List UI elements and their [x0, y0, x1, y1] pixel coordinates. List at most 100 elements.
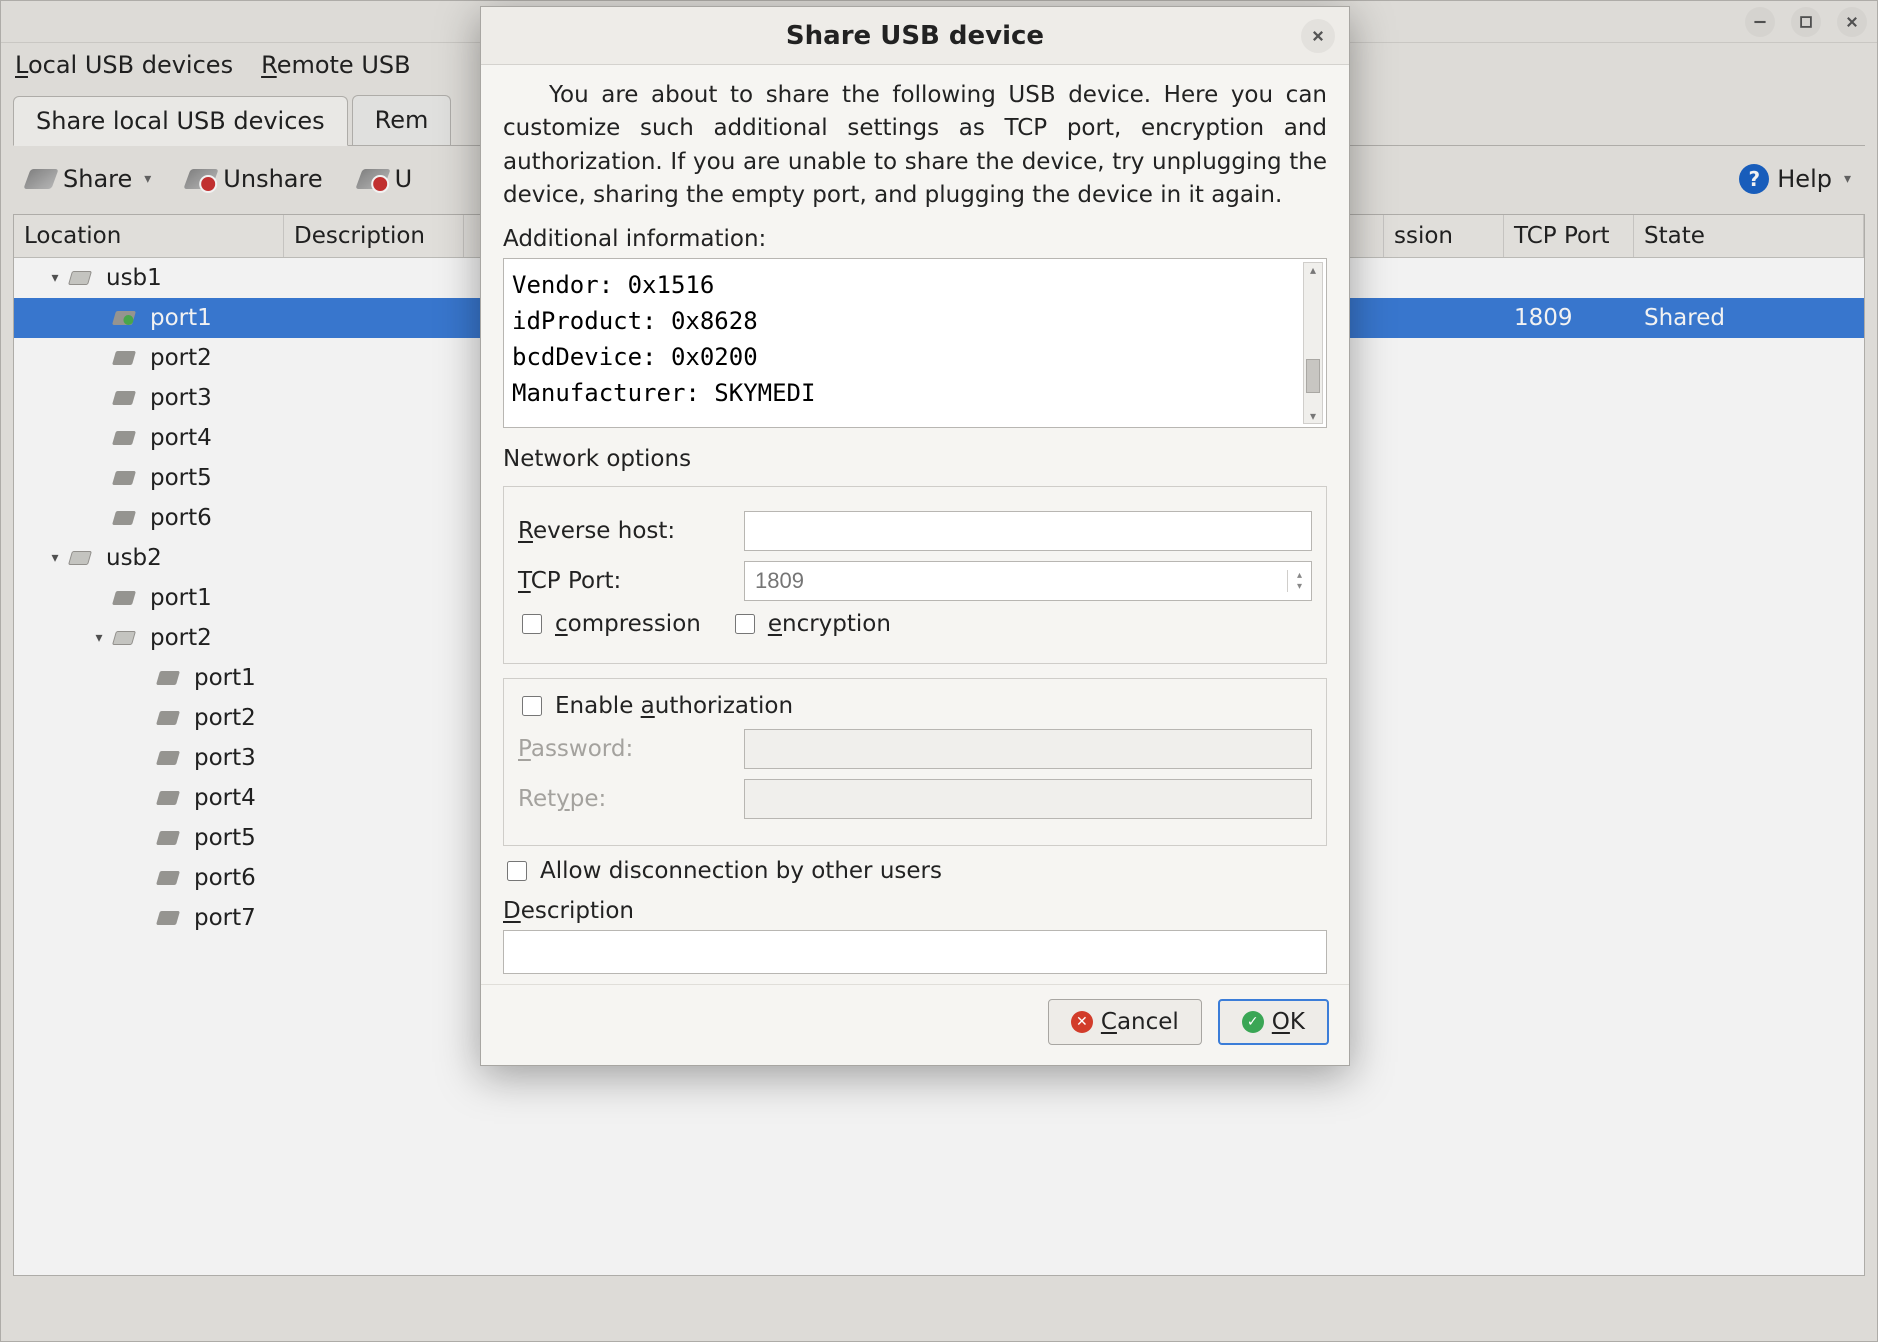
tree-label: port2 [194, 705, 256, 731]
col-state[interactable]: State [1634, 215, 1864, 257]
col-description[interactable]: Description [284, 215, 464, 257]
usb-port-icon [156, 711, 180, 725]
dialog-intro-text: You are about to share the following USB… [503, 79, 1327, 212]
tree-label: usb2 [106, 545, 162, 571]
retype-input [744, 779, 1312, 819]
allow-disconnect-label: Allow disconnection by other users [540, 858, 942, 884]
enable-auth-input[interactable] [522, 696, 542, 716]
reverse-host-input[interactable] [744, 511, 1312, 551]
tcp-port-input[interactable]: ▴▾ [744, 561, 1312, 601]
scrollbar[interactable] [1303, 262, 1323, 424]
tree-label: port4 [150, 425, 212, 451]
col-location[interactable]: Location [14, 215, 284, 257]
ok-icon: ✓ [1242, 1011, 1264, 1033]
usb-port-icon [156, 791, 180, 805]
usb-unshare-all-icon [355, 169, 390, 189]
spin-down-icon[interactable]: ▾ [1288, 581, 1311, 592]
additional-info-box: Vendor: 0x1516 idProduct: 0x8628 bcdDevi… [503, 258, 1327, 428]
usb-port-icon [112, 511, 136, 525]
usb-unshare-icon [184, 169, 219, 189]
tcp-port-field[interactable] [745, 562, 1287, 600]
cancel-button-label: Cancel [1101, 1009, 1179, 1035]
usb-hub-icon [68, 551, 92, 565]
tree-label: port1 [150, 305, 212, 331]
help-button[interactable]: ? Help ▾ [1731, 160, 1859, 198]
tree-label: port5 [150, 465, 212, 491]
tree-label: port1 [194, 665, 256, 691]
enable-auth-checkbox[interactable]: Enable authorization [518, 693, 1312, 719]
allow-disconnect-checkbox[interactable]: Allow disconnection by other users [503, 858, 1327, 884]
usb-share-icon [23, 169, 58, 189]
description-input[interactable] [503, 930, 1327, 974]
ok-button-label: OK [1272, 1009, 1305, 1035]
tab-remote[interactable]: Rem [352, 95, 452, 145]
additional-info-text[interactable]: Vendor: 0x1516 idProduct: 0x8628 bcdDevi… [510, 265, 1320, 415]
ok-button[interactable]: ✓ OK [1218, 999, 1329, 1045]
encryption-label: encryption [768, 611, 891, 637]
unshare-button-label: Unshare [223, 165, 322, 193]
col-session[interactable]: ssion [1384, 215, 1504, 257]
usb-port-icon [112, 431, 136, 445]
compression-input[interactable] [522, 614, 542, 634]
authorization-group: Enable authorization Password: Retype: [503, 678, 1327, 846]
tab-share-local[interactable]: Share local USB devices [13, 96, 348, 146]
dialog-title: Share USB device [786, 21, 1044, 51]
reverse-host-label: Reverse host: [518, 518, 728, 544]
usb-port-icon [156, 831, 180, 845]
tree-label: port2 [150, 625, 212, 651]
tree-label: port7 [194, 905, 256, 931]
tree-label: port6 [194, 865, 256, 891]
enable-auth-label: Enable authorization [555, 693, 793, 719]
compression-label: compression [555, 611, 701, 637]
expander-icon[interactable]: ▾ [46, 270, 64, 286]
encryption-checkbox[interactable]: encryption [731, 611, 891, 637]
tree-label: port4 [194, 785, 256, 811]
unshare-button[interactable]: Unshare [179, 161, 330, 197]
window-maximize-button[interactable] [1791, 7, 1821, 37]
window-close-button[interactable] [1837, 7, 1867, 37]
unshare-all-button[interactable]: U [351, 161, 421, 197]
dialog-close-button[interactable] [1301, 19, 1335, 53]
expander-icon[interactable]: ▾ [90, 630, 108, 646]
share-button[interactable]: Share ▾ [19, 161, 159, 197]
tree-label: port3 [194, 745, 256, 771]
window-minimize-button[interactable] [1745, 7, 1775, 37]
usb-hub-icon [112, 631, 136, 645]
password-label: Password: [518, 736, 728, 762]
unshare-all-label: U [395, 165, 413, 193]
allow-disconnect-input[interactable] [507, 861, 527, 881]
share-button-label: Share [63, 165, 132, 193]
tree-label: port5 [194, 825, 256, 851]
menu-remote[interactable]: Remote USB [261, 51, 411, 79]
network-options-label: Network options [503, 446, 1327, 472]
usb-port-icon [112, 591, 136, 605]
usb-hub-icon [68, 271, 92, 285]
share-usb-dialog: Share USB device You are about to share … [480, 6, 1350, 1066]
dialog-button-bar: ✕ Cancel ✓ OK [481, 984, 1349, 1065]
help-button-label: Help [1777, 165, 1832, 193]
chevron-down-icon: ▾ [144, 171, 151, 187]
password-input [744, 729, 1312, 769]
col-tcp[interactable]: TCP Port [1504, 215, 1634, 257]
tree-label: usb1 [106, 265, 162, 291]
cancel-button[interactable]: ✕ Cancel [1048, 999, 1202, 1045]
tree-tcp: 1809 [1504, 305, 1634, 331]
encryption-input[interactable] [735, 614, 755, 634]
usb-port-icon [112, 351, 136, 365]
dialog-title-bar: Share USB device [481, 7, 1349, 65]
usb-port-icon [156, 671, 180, 685]
usb-port-icon [112, 311, 136, 325]
usb-port-icon [156, 911, 180, 925]
expander-icon[interactable]: ▾ [46, 550, 64, 566]
compression-checkbox[interactable]: compression [518, 611, 701, 637]
scrollbar-thumb[interactable] [1306, 359, 1320, 393]
usb-port-icon [112, 391, 136, 405]
usb-port-icon [112, 471, 136, 485]
cancel-icon: ✕ [1071, 1011, 1093, 1033]
spin-up-icon[interactable]: ▴ [1288, 570, 1311, 581]
tree-label: port1 [150, 585, 212, 611]
retype-label: Retype: [518, 786, 728, 812]
additional-info-label: Additional information: [503, 226, 1327, 252]
chevron-down-icon: ▾ [1844, 171, 1851, 187]
menu-local[interactable]: Local USB devices [15, 51, 233, 79]
